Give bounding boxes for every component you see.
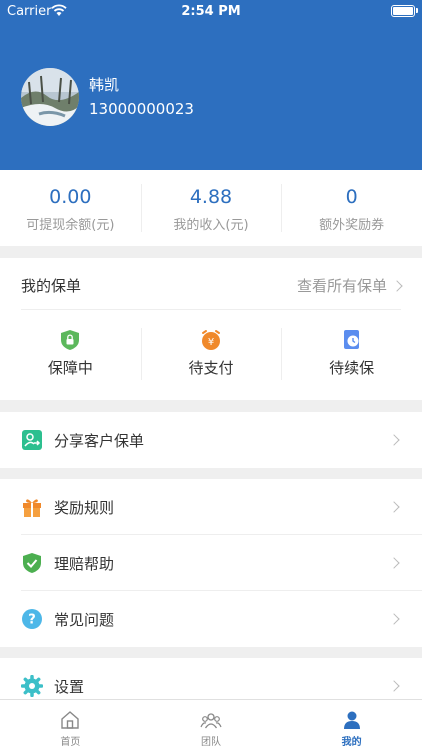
policy-title: 我的保单 [21,277,82,295]
chevron-right-icon [388,613,400,625]
view-all-label: 查看所有保单 [296,277,387,295]
home-icon [61,711,80,729]
menu-item-claim-help[interactable]: 理赔帮助 [0,535,422,591]
chevron-right-icon [388,557,400,569]
menu-item-faq[interactable]: ? 常见问题 [0,591,422,647]
question-icon: ? [22,609,42,629]
person-icon [343,711,360,729]
menu-item-label: 理赔帮助 [54,555,115,573]
tab-mine[interactable]: 我的 [281,700,422,750]
user-phone: 13000000023 [89,100,194,118]
yen-clock-icon: ¥ [201,330,220,350]
stat-value: 0.00 [49,186,92,208]
policy-card: 我的保单 查看所有保单 保障中 ¥ 待支付 待续保 [0,258,422,400]
view-all-policies-link[interactable]: 查看所有保单 [296,275,403,296]
policy-unpaid-button[interactable]: ¥ 待支付 [140,310,282,399]
svg-text:¥: ¥ [208,337,214,348]
chevron-right-icon [388,434,400,446]
share-label: 分享客户保单 [54,432,145,450]
gift-icon [23,499,41,517]
settings-card: 设置 [0,658,422,700]
shield-check-icon [23,553,41,573]
document-clock-icon [343,330,359,349]
stat-withdrawable[interactable]: 0.00 可提现余额(元) [0,170,141,246]
status-time: 2:54 PM [181,4,241,19]
team-icon [200,713,222,729]
tab-bar: 首页 团队 我的 [0,699,422,750]
menu-card: 奖励规则 理赔帮助 ? 常见问题 [0,479,422,647]
policy-header: 我的保单 查看所有保单 [21,258,403,310]
chevron-right-icon [391,280,403,292]
settings-label: 设置 [54,678,85,696]
tab-home[interactable]: 首页 [0,700,141,750]
stat-coupons[interactable]: 0 额外奖励券 [281,170,422,246]
tab-label: 团队 [200,737,221,748]
svg-text:?: ? [28,613,36,628]
status-bar: Carrier 2:54 PM [0,0,422,24]
stat-value: 0 [345,186,358,208]
policy-item-label: 保障中 [47,359,93,377]
shield-lock-icon [61,330,80,350]
avatar[interactable] [21,68,79,126]
stat-label: 额外奖励券 [319,218,385,233]
battery-icon [391,5,415,17]
chevron-right-icon [388,680,400,692]
profile-header: Carrier 2:54 PM 韩凯 13000000023 [0,0,422,170]
share-user-icon [22,430,42,450]
chevron-right-icon [388,501,400,513]
stat-value: 4.88 [189,186,233,208]
stat-label: 可提现余额(元) [26,218,115,233]
stat-label: 我的收入(元) [173,218,249,233]
policy-active-button[interactable]: 保障中 [0,310,141,399]
gear-icon [21,675,43,697]
share-card: 分享客户保单 [0,412,422,468]
policy-renew-button[interactable]: 待续保 [281,310,422,399]
policy-item-label: 待续保 [329,359,375,377]
menu-item-label: 奖励规则 [54,499,115,517]
policy-item-label: 待支付 [188,359,234,377]
stat-income[interactable]: 4.88 我的收入(元) [140,170,282,246]
tab-label: 首页 [60,737,81,748]
stats-panel: 0.00 可提现余额(元) 4.88 我的收入(元) 0 额外奖励券 [0,170,422,246]
menu-item-reward-rules[interactable]: 奖励规则 [0,479,422,535]
share-policy-row[interactable]: 分享客户保单 [0,412,422,468]
menu-item-label: 常见问题 [54,611,115,629]
tab-team[interactable]: 团队 [141,700,282,750]
tab-label: 我的 [341,737,362,748]
user-name: 韩凯 [89,76,120,94]
